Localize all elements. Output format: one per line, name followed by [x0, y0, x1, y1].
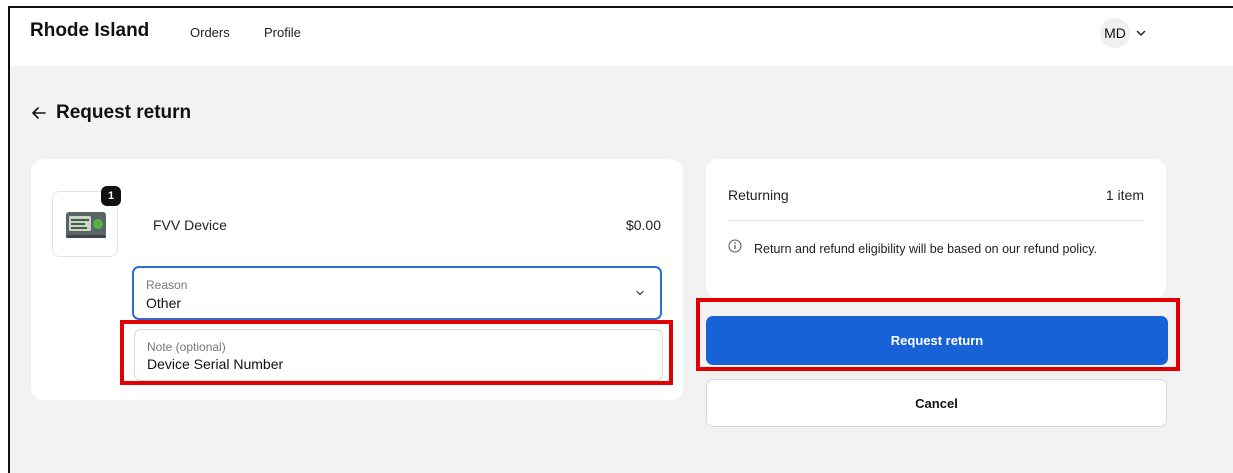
note-label: Note (optional)	[147, 340, 226, 354]
avatar: MD	[1100, 18, 1130, 48]
top-bar: Rhode Island Orders Profile MD	[10, 8, 1233, 66]
returning-label: Returning	[728, 187, 789, 203]
brand-logo[interactable]: Rhode Island	[30, 20, 149, 42]
request-highlight-box: Request return	[696, 298, 1180, 371]
note-input[interactable]: Note (optional) Device Serial Number	[134, 329, 663, 381]
nav-profile-link[interactable]: Profile	[264, 25, 301, 40]
reason-select[interactable]: Reason Other	[132, 266, 662, 320]
cancel-button[interactable]: Cancel	[706, 379, 1167, 427]
note-highlight-box: Note (optional) Device Serial Number	[120, 320, 673, 385]
product-image	[66, 212, 106, 238]
product-price: $0.00	[625, 217, 661, 233]
info-icon	[728, 239, 742, 253]
nav-orders-link[interactable]: Orders	[190, 25, 230, 40]
page-title: Request return	[56, 102, 192, 123]
back-arrow-icon[interactable]	[30, 104, 48, 122]
quantity-badge: 1	[101, 186, 121, 206]
request-return-button[interactable]: Request return	[706, 316, 1168, 365]
account-menu[interactable]: MD	[1100, 18, 1148, 48]
chevron-down-icon	[636, 290, 644, 296]
reason-value: Other	[146, 295, 182, 311]
note-value: Device Serial Number	[147, 356, 284, 372]
return-item-card: 1 FVV Device $0.00 Reason Other Note (op…	[31, 159, 683, 400]
return-summary-card: Returning 1 item Return and refund eligi…	[706, 159, 1166, 298]
chevron-down-icon	[1136, 30, 1146, 36]
refund-policy-note: Return and refund eligibility will be ba…	[754, 242, 1098, 256]
page-header: Request return	[30, 102, 191, 124]
reason-label: Reason	[146, 278, 188, 292]
product-name: FVV Device	[153, 217, 227, 233]
returning-count: 1 item	[1105, 187, 1144, 203]
app-window: Rhode Island Orders Profile MD Request r…	[8, 6, 1233, 473]
divider	[728, 220, 1144, 221]
